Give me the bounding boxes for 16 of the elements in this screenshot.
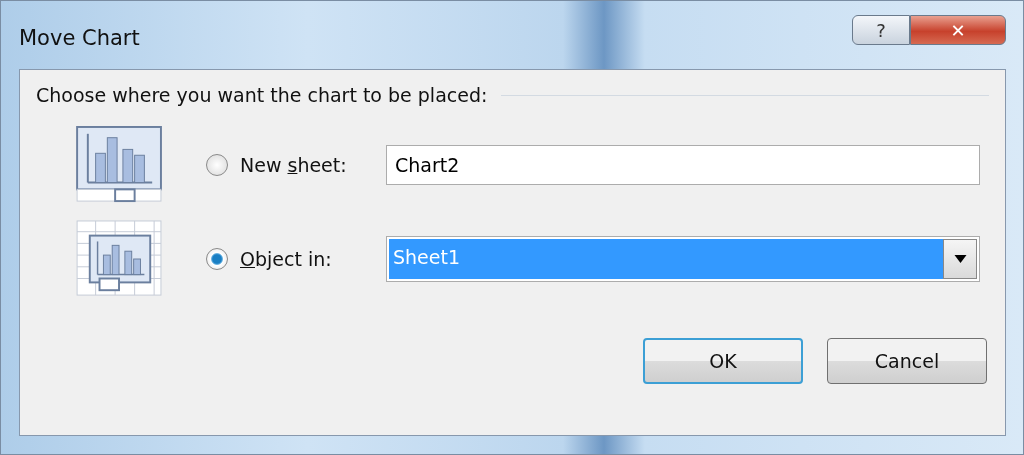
selected-value: Sheet1 [389,239,943,279]
radio-button[interactable] [206,154,228,176]
help-button[interactable]: ? [852,15,910,45]
embedded-chart-icon [76,220,164,298]
cancel-button[interactable]: Cancel [827,338,987,384]
option-label: New sheet: [240,154,348,176]
chart-sheet-icon [76,126,164,204]
group-title: Choose where you want the chart to be placed: [36,84,488,106]
caret-icon [953,255,967,263]
sheet-name-field[interactable]: Chart2 [386,145,980,185]
dropdown-button[interactable] [943,239,977,279]
close-button[interactable]: ✕ [910,15,1006,45]
ok-button[interactable]: OK [643,338,803,384]
option-label: Object in: [240,248,333,270]
window-title: Move Chart [19,26,140,50]
radio-button[interactable] [206,248,228,270]
